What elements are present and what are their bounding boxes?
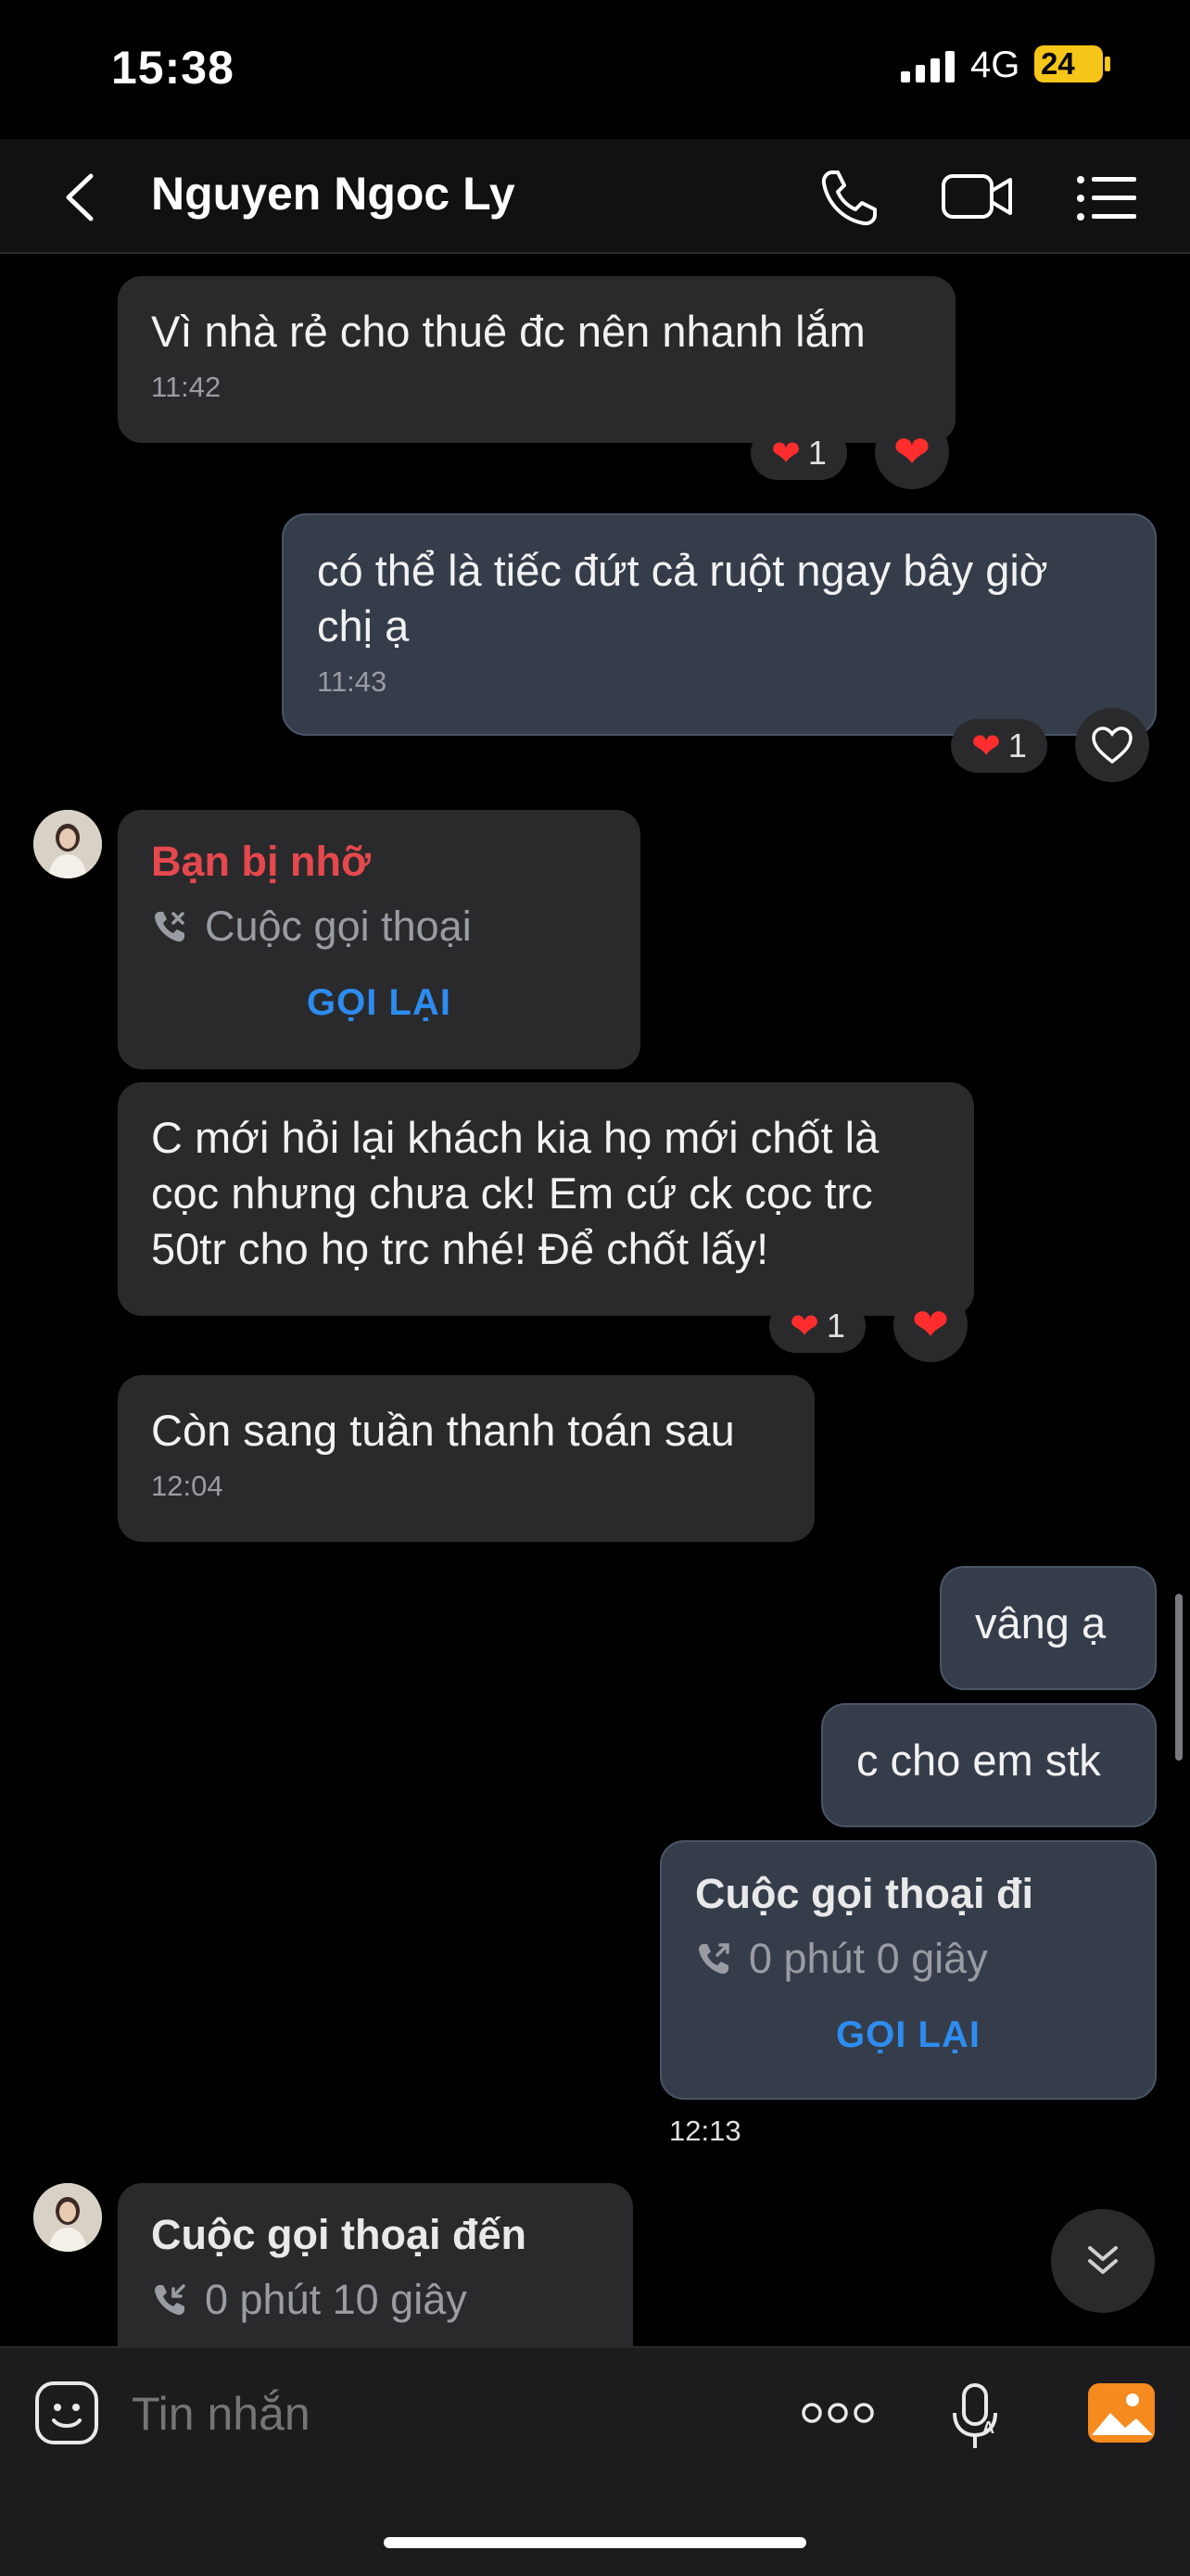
outgoing-call-title: Cuộc gọi thoại đi	[695, 1870, 1033, 1917]
message-bubble-outgoing[interactable]: có thể là tiếc đứt cả ruột ngay bây giờ …	[282, 513, 1157, 736]
incoming-call-bubble[interactable]: Cuộc gọi thoại đến 0 phút 10 giây	[118, 2183, 633, 2368]
reaction-count: 1	[807, 434, 827, 472]
outgoing-call-bubble[interactable]: Cuộc gọi thoại đi 0 phút 0 giây GỌI LẠI	[660, 1840, 1157, 2100]
battery-level: 24	[1041, 46, 1075, 81]
missed-call-title: Bạn bị nhỡ	[151, 838, 371, 885]
react-button[interactable]: ❤	[893, 1288, 968, 1362]
call-duration: 0 phút 0 giây	[749, 1935, 988, 1982]
message-text: Vì nhà rẻ cho thuê đc nên nhanh lắm	[151, 307, 866, 356]
back-chevron-icon[interactable]	[48, 165, 113, 230]
reaction-count-pill[interactable]: ❤ 1	[751, 426, 847, 480]
message-time: 12:13	[669, 2115, 741, 2147]
phone-call-icon[interactable]	[816, 165, 882, 232]
message-bubble-incoming[interactable]: Còn sang tuần thanh toán sau 12:04	[118, 1375, 815, 1542]
call-back-button[interactable]: GỌI LẠI	[695, 2014, 1121, 2056]
message-input[interactable]	[130, 2383, 690, 2444]
photo-gallery-icon[interactable]	[1086, 2380, 1157, 2446]
heart-icon: ❤	[892, 428, 931, 477]
message-time: 11:42	[151, 371, 222, 403]
more-options-icon[interactable]	[801, 2394, 875, 2431]
message-text: C mới hỏi lại khách kia họ mới chốt là c…	[151, 1113, 880, 1273]
incoming-call-title: Cuộc gọi thoại đến	[151, 2211, 526, 2258]
call-back-button[interactable]: GỌI LẠI	[151, 982, 607, 1024]
sticker-icon[interactable]	[33, 2380, 100, 2446]
battery-icon: 24	[1033, 44, 1111, 84]
call-subtitle: 0 phút 10 giây	[151, 2276, 600, 2324]
svg-text:A: A	[982, 2418, 994, 2437]
reaction-count-pill[interactable]: ❤ 1	[951, 719, 1047, 773]
voice-to-text-mic-icon[interactable]: A	[947, 2381, 1003, 2452]
message-bubble-incoming[interactable]: Vì nhà rẻ cho thuê đc nên nhanh lắm 11:4…	[118, 276, 956, 443]
message-time: 12:04	[151, 1470, 223, 1502]
message-bubble-outgoing[interactable]: vâng ạ	[940, 1566, 1157, 1690]
contact-avatar[interactable]	[33, 2183, 102, 2252]
react-button[interactable]	[1075, 708, 1149, 782]
heart-outline-icon	[1092, 726, 1133, 764]
double-chevron-down-icon	[1088, 2246, 1118, 2274]
call-subtitle: Cuộc gọi thoại	[151, 903, 607, 951]
cellular-signal-icon	[901, 51, 955, 82]
message-text: vâng ạ	[975, 1598, 1107, 1648]
reaction-count: 1	[1007, 726, 1027, 764]
message-text: Còn sang tuần thanh toán sau	[151, 1406, 735, 1455]
incoming-call-icon	[155, 2284, 185, 2316]
contact-avatar[interactable]	[33, 810, 102, 878]
heart-icon: ❤	[790, 1307, 819, 1346]
call-duration: 0 phút 10 giây	[205, 2276, 467, 2323]
missed-call-icon	[155, 912, 184, 942]
reaction-count-pill[interactable]: ❤ 1	[769, 1299, 866, 1353]
home-indicator[interactable]	[384, 2537, 806, 2548]
menu-list-icon[interactable]	[1073, 165, 1140, 232]
message-text: có thể là tiếc đứt cả ruột ngay bây giờ …	[317, 546, 1048, 650]
reaction-count: 1	[826, 1307, 845, 1345]
call-type: Cuộc gọi thoại	[205, 903, 472, 950]
video-call-icon[interactable]	[940, 163, 1014, 230]
react-button[interactable]: ❤	[875, 415, 949, 489]
message-bubble-incoming[interactable]: C mới hỏi lại khách kia họ mới chốt là c…	[118, 1082, 974, 1316]
heart-icon: ❤	[911, 1301, 950, 1350]
scroll-to-bottom-button[interactable]	[1051, 2209, 1155, 2313]
message-time: 11:43	[317, 665, 387, 698]
outgoing-call-icon	[699, 1943, 729, 1975]
contact-name[interactable]: Nguyen Ngoc Ly	[151, 167, 515, 221]
heart-icon: ❤	[771, 434, 801, 474]
status-time: 15:38	[111, 42, 234, 94]
heart-icon: ❤	[971, 726, 1001, 766]
network-type: 4G	[970, 44, 1020, 85]
scrollbar[interactable]	[1175, 1594, 1183, 1761]
message-bubble-outgoing[interactable]: c cho em stk	[821, 1703, 1157, 1827]
message-text: c cho em stk	[856, 1736, 1101, 1785]
missed-call-bubble[interactable]: Bạn bị nhỡ Cuộc gọi thoại GỌI LẠI	[118, 810, 640, 1069]
call-subtitle: 0 phút 0 giây	[695, 1935, 1121, 1983]
